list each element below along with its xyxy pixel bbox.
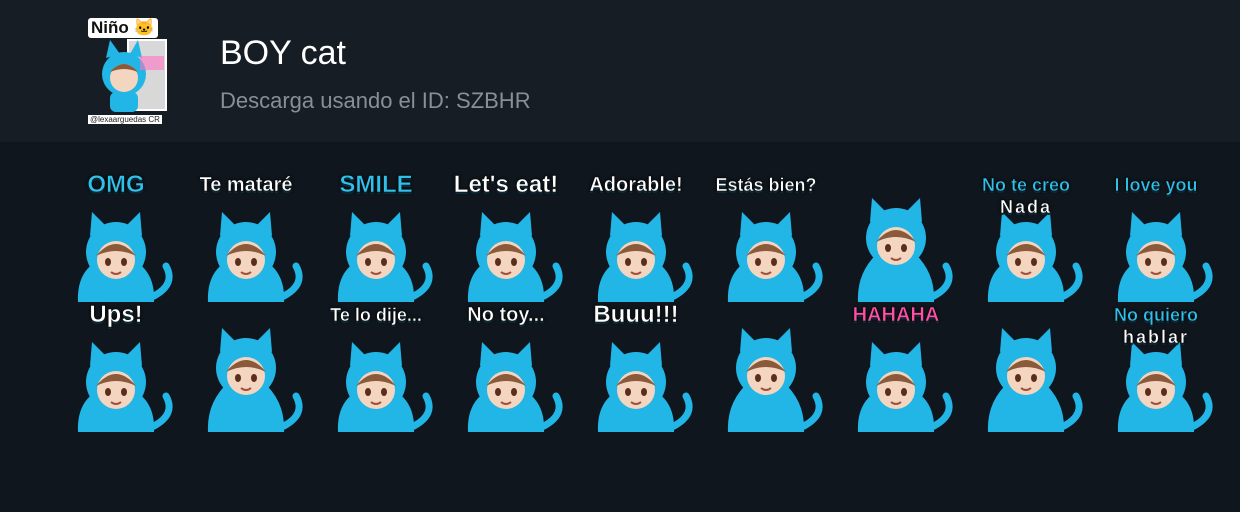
pack-icon-tag: Niño 🐱 [88, 18, 158, 38]
sticker-3[interactable]: SMILE [312, 172, 440, 302]
sticker-5[interactable]: Adorable! [572, 172, 700, 302]
cat-boy-sticker-icon [727, 212, 823, 302]
sticker-caption: No toy... [467, 304, 545, 327]
sticker-caption: SMILE [339, 171, 413, 198]
sticker-caption-line2: hablar [1122, 327, 1190, 348]
sticker-10[interactable]: Ups! [52, 302, 180, 432]
cat-boy-sticker-icon [857, 198, 953, 302]
sticker-14[interactable]: Buuu!!! [572, 302, 700, 432]
sticker-11[interactable] [182, 302, 310, 432]
sticker-9[interactable]: I love you [1092, 172, 1220, 302]
cat-boy-sticker-icon [857, 342, 953, 432]
sticker-13[interactable]: No toy... [442, 302, 570, 432]
cat-boy-sticker-icon [207, 328, 303, 432]
sticker-17[interactable] [962, 302, 1090, 432]
cat-boy-sticker-icon [987, 328, 1083, 432]
cat-boy-sticker-icon [597, 342, 693, 432]
sticker-1[interactable]: OMG [52, 172, 180, 302]
pack-download-id: Descarga usando el ID: SZBHR [220, 88, 531, 113]
sticker-caption: Let's eat! [453, 171, 559, 198]
sticker-6[interactable]: Estás bien? [702, 172, 830, 302]
sticker-caption: Estás bien? [715, 175, 817, 196]
sticker-caption: Adorable! [589, 174, 683, 197]
cat-boy-sticker-icon [337, 212, 433, 302]
sticker-12[interactable]: Te lo dije... [312, 302, 440, 432]
sticker-8[interactable]: No te creo Nada [962, 172, 1090, 302]
cat-boy-sticker-icon [727, 328, 823, 432]
sticker-caption: OMG [87, 171, 145, 198]
sticker-caption: HAHAHA [852, 304, 940, 327]
cat-boy-sticker-icon [1117, 212, 1213, 302]
sticker-caption: I love you [1114, 175, 1198, 196]
cat-boy-sticker-icon [77, 342, 173, 432]
sticker-7[interactable] [832, 172, 960, 302]
sticker-caption-line2: Nada [999, 197, 1052, 218]
sticker-caption: No te creo Nada [962, 174, 1090, 218]
sticker-caption: Buuu!!! [593, 301, 679, 328]
sticker-2[interactable]: Te mataré [182, 172, 310, 302]
pack-title: BOY cat [220, 34, 346, 72]
sticker-caption: Te mataré [199, 174, 293, 197]
cat-boy-sticker-icon [597, 212, 693, 302]
sticker-16[interactable]: HAHAHA [832, 302, 960, 432]
sticker-15[interactable] [702, 302, 830, 432]
pack-icon-handle: @lexaarguedas CR [88, 115, 162, 124]
sticker-caption: No quiero hablar [1092, 304, 1220, 348]
cat-boy-sticker-icon [207, 212, 303, 302]
cat-boy-sticker-icon [467, 212, 563, 302]
sticker-caption: Ups! [89, 301, 143, 328]
sticker-4[interactable]: Let's eat! [442, 172, 570, 302]
sticker-caption: Te lo dije... [330, 305, 422, 326]
pack-header: Niño 🐱 @lexaarguedas CR BOY cat Descarga… [0, 0, 1240, 142]
sticker-grid: OMG Te mataré SMILE Let's eat! Adorable! Está… [52, 172, 1213, 432]
sticker-18[interactable]: No quiero hablar [1092, 302, 1220, 432]
pack-icon[interactable]: Niño 🐱 @lexaarguedas CR [84, 16, 176, 124]
cat-boy-sticker-icon [77, 212, 173, 302]
cat-boy-sticker-icon [337, 342, 433, 432]
cat-boy-sticker-icon [467, 342, 563, 432]
